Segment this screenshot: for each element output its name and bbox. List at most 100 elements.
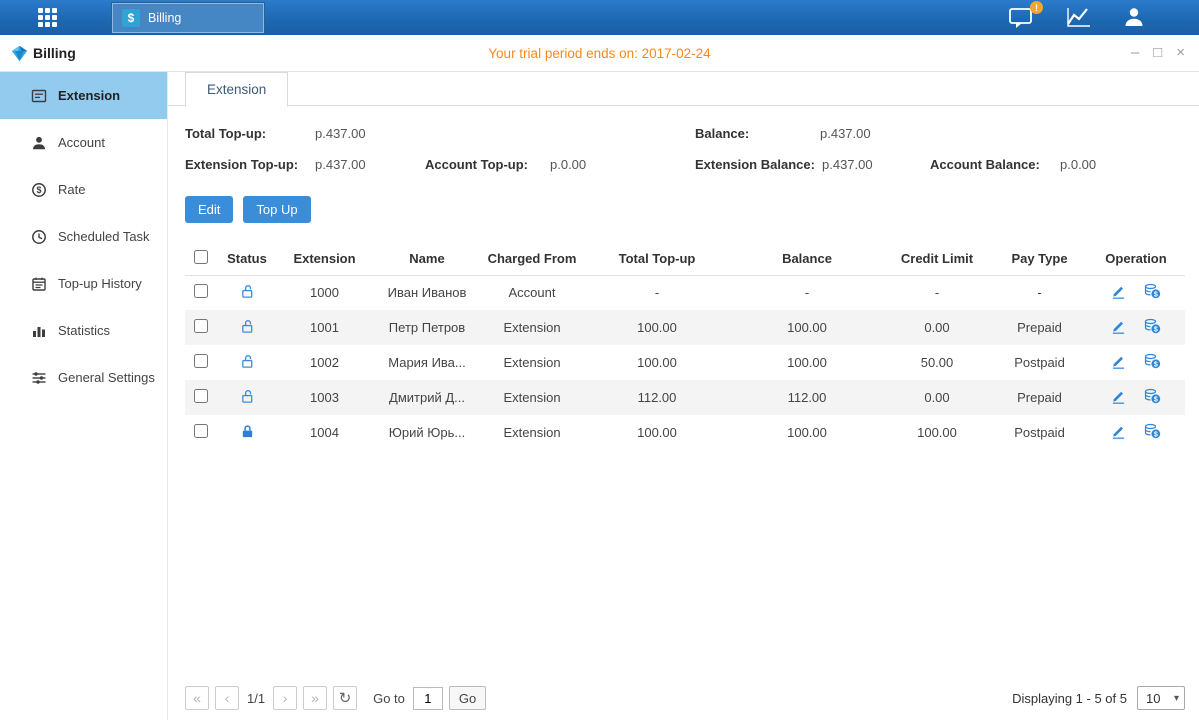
sidebar-item-statistics[interactable]: Statistics [0,307,167,354]
previous-page-button[interactable]: ‹ [215,686,239,710]
extension-cell: 1001 [277,310,372,345]
col-header-status: Status [217,242,277,275]
lock-closed-icon [240,424,255,439]
edit-icon[interactable] [1111,318,1126,337]
sidebar-item-extension[interactable]: Extension [0,72,167,119]
page-size-value: 10 [1146,691,1160,706]
credit-limit-cell: 50.00 [882,345,992,380]
charged-from-cell: Account [482,275,582,310]
pagination-bar: « ‹ 1/1 › » ↻ Go to Go Displaying 1 - 5 … [185,686,1185,710]
notification-badge: ! [1030,1,1043,14]
goto-page-input[interactable] [413,687,443,710]
top-up-icon[interactable]: $ [1144,423,1161,442]
row-checkbox[interactable] [194,319,208,333]
extension-cell: 1004 [277,415,372,450]
sidebar-item-general-settings[interactable]: General Settings [0,354,167,401]
tab-extension[interactable]: Extension [185,72,288,107]
tab-bar: Extension [168,72,1199,106]
sidebar-item-rate[interactable]: $ Rate [0,166,167,213]
close-icon[interactable]: × [1176,43,1185,63]
total-topup-cell: 112.00 [582,380,732,415]
pay-type-cell: Prepaid [992,380,1087,415]
extension-topup-value: p.437.00 [315,157,366,172]
sidebar-item-label: Extension [58,88,120,103]
col-header-pay-type: Pay Type [992,242,1087,275]
summary-panel: Total Top-up: p.437.00 Balance: p.437.00… [168,106,1199,196]
balance-cell: 100.00 [732,310,882,345]
row-checkbox[interactable] [194,424,208,438]
user-icon[interactable] [1121,5,1155,31]
account-topup-value: p.0.00 [550,157,586,172]
table-header-row: Status Extension Name Charged From Total… [185,242,1185,275]
col-header-name: Name [372,242,482,275]
pay-type-cell: Postpaid [992,345,1087,380]
messages-icon[interactable]: ! [1007,5,1041,31]
edit-button[interactable]: Edit [185,196,233,223]
charged-from-cell: Extension [482,310,582,345]
edit-icon[interactable] [1111,388,1126,407]
pay-type-cell: - [992,275,1087,310]
refresh-icon[interactable]: ↻ [333,686,357,710]
status-cell[interactable] [217,310,277,345]
svg-text:$: $ [1154,396,1158,403]
row-checkbox[interactable] [194,389,208,403]
minimize-icon[interactable]: – [1131,43,1139,63]
svg-text:$: $ [36,185,41,195]
extension-table: Status Extension Name Charged From Total… [185,242,1185,450]
row-checkbox[interactable] [194,284,208,298]
total-topup-label: Total Top-up: [185,126,266,141]
top-up-icon[interactable]: $ [1144,283,1161,302]
first-page-button[interactable]: « [185,686,209,710]
last-page-button[interactable]: » [303,686,327,710]
total-topup-cell: 100.00 [582,415,732,450]
status-cell[interactable] [217,275,277,310]
topbar-billing-tab[interactable]: $ Billing [112,3,264,33]
operation-cell: $ [1087,415,1185,450]
status-cell[interactable] [217,415,277,450]
extension-balance-value: p.437.00 [822,157,873,172]
lock-open-icon [240,284,255,299]
top-up-icon[interactable]: $ [1144,388,1161,407]
top-up-button[interactable]: Top Up [243,196,310,223]
operation-cell: $ [1087,345,1185,380]
lock-open-icon [240,319,255,334]
status-cell[interactable] [217,380,277,415]
go-button[interactable]: Go [449,686,486,710]
sidebar-item-scheduled-task[interactable]: Scheduled Task [0,213,167,260]
sidebar-item-topup-history[interactable]: Top-up History [0,260,167,307]
extension-topup-label: Extension Top-up: [185,157,298,172]
edit-icon[interactable] [1111,353,1126,372]
charged-from-cell: Extension [482,380,582,415]
account-icon [31,135,47,151]
clock-icon [31,229,47,245]
col-header-operation: Operation [1087,242,1185,275]
top-up-icon[interactable]: $ [1144,318,1161,337]
next-page-button[interactable]: › [273,686,297,710]
operation-cell: $ [1087,380,1185,415]
extension-icon [31,88,47,104]
chart-icon[interactable] [1065,5,1099,31]
top-up-icon[interactable]: $ [1144,353,1161,372]
svg-text:$: $ [1154,292,1158,299]
apps-grid-icon[interactable] [38,8,59,27]
edit-icon[interactable] [1111,283,1126,302]
credit-limit-cell: 0.00 [882,310,992,345]
status-cell[interactable] [217,345,277,380]
name-cell: Петр Петров [372,310,482,345]
name-cell: Дмитрий Д... [372,380,482,415]
sidebar-item-label: Account [58,135,105,150]
charged-from-cell: Extension [482,345,582,380]
row-checkbox[interactable] [194,354,208,368]
lock-open-icon [240,354,255,369]
maximize-icon[interactable]: □ [1153,43,1162,63]
select-all-checkbox[interactable] [194,250,208,264]
balance-value: p.437.00 [820,126,871,141]
name-cell: Юрий Юрь... [372,415,482,450]
sidebar-item-account[interactable]: Account [0,119,167,166]
edit-icon[interactable] [1111,423,1126,442]
lock-open-icon [240,389,255,404]
page-size-select[interactable]: 10 ▾ [1137,686,1185,710]
main-content: Extension Total Top-up: p.437.00 Balance… [168,72,1199,720]
sidebar-item-label: Scheduled Task [58,229,150,244]
balance-cell: 100.00 [732,415,882,450]
